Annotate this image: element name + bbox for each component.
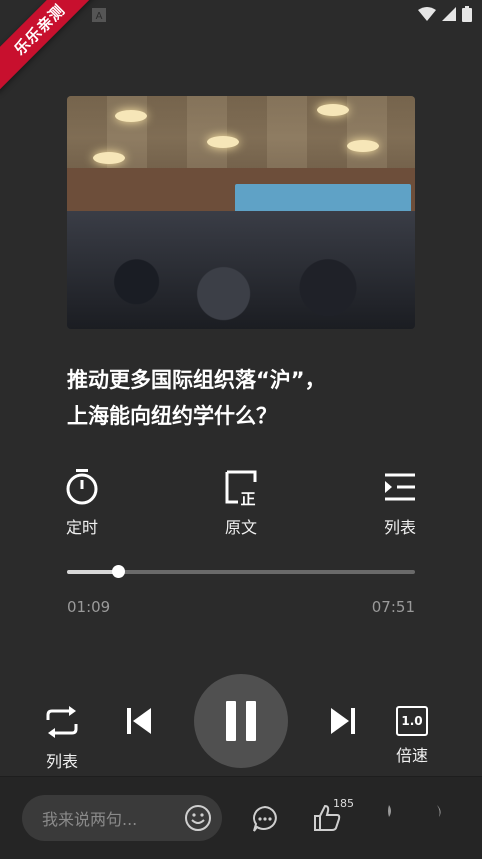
timer-button[interactable]: 定时 xyxy=(52,468,112,538)
like-count: 185 xyxy=(333,797,354,810)
pause-icon xyxy=(226,701,256,741)
timer-label: 定时 xyxy=(65,518,98,537)
elapsed-time: 01:09 xyxy=(67,598,111,616)
loop-mode-button[interactable]: 列表 xyxy=(40,706,84,772)
comment-icon[interactable] xyxy=(251,805,279,833)
title-line-2: 上海能向纽约学什么？ xyxy=(67,404,277,428)
speed-value: 1.0 xyxy=(401,714,423,728)
playlist-button[interactable]: 列表 xyxy=(370,468,430,538)
signal-icon xyxy=(442,7,456,21)
speed-button[interactable]: 1.0 倍速 xyxy=(396,706,428,766)
previous-button[interactable] xyxy=(127,706,153,736)
playlist-icon xyxy=(385,473,415,501)
total-time: 07:51 xyxy=(371,598,415,616)
repeat-icon xyxy=(46,706,78,738)
original-text-button[interactable]: 正 原文 xyxy=(211,468,271,538)
speed-label: 倍速 xyxy=(396,746,429,765)
svg-text:A: A xyxy=(96,11,103,22)
battery-icon xyxy=(462,6,472,22)
next-button[interactable] xyxy=(329,706,355,736)
comment-placeholder: 我来说两句... xyxy=(42,810,138,829)
tool-row: 定时 正 原文 列表 xyxy=(0,468,482,538)
progress-knob[interactable] xyxy=(111,565,125,578)
loop-label: 列表 xyxy=(45,752,78,771)
svg-text:正: 正 xyxy=(240,490,255,506)
bottom-bar: 我来说两句... 185 xyxy=(0,776,482,859)
comment-input[interactable]: 我来说两句... xyxy=(22,795,222,841)
progress-slider[interactable] xyxy=(67,565,415,578)
share-icon[interactable] xyxy=(384,805,394,817)
playlist-label: 列表 xyxy=(383,518,416,537)
more-icon[interactable] xyxy=(434,805,444,817)
speed-icon: 1.0 xyxy=(396,706,428,736)
document-icon: 正 xyxy=(225,470,257,508)
article-title: 推动更多国际组织落“沪”， 上海能向纽约学什么？ xyxy=(67,362,415,434)
pause-button[interactable] xyxy=(194,674,288,768)
wifi-icon xyxy=(418,7,436,21)
emoji-icon[interactable] xyxy=(184,804,212,832)
a-icon: A xyxy=(92,8,106,22)
original-label: 原文 xyxy=(224,518,257,537)
title-line-1: 推动更多国际组织落“沪”， xyxy=(67,368,326,392)
cover-image xyxy=(67,96,415,329)
timer-icon xyxy=(66,469,98,505)
progress-fill xyxy=(67,570,118,574)
